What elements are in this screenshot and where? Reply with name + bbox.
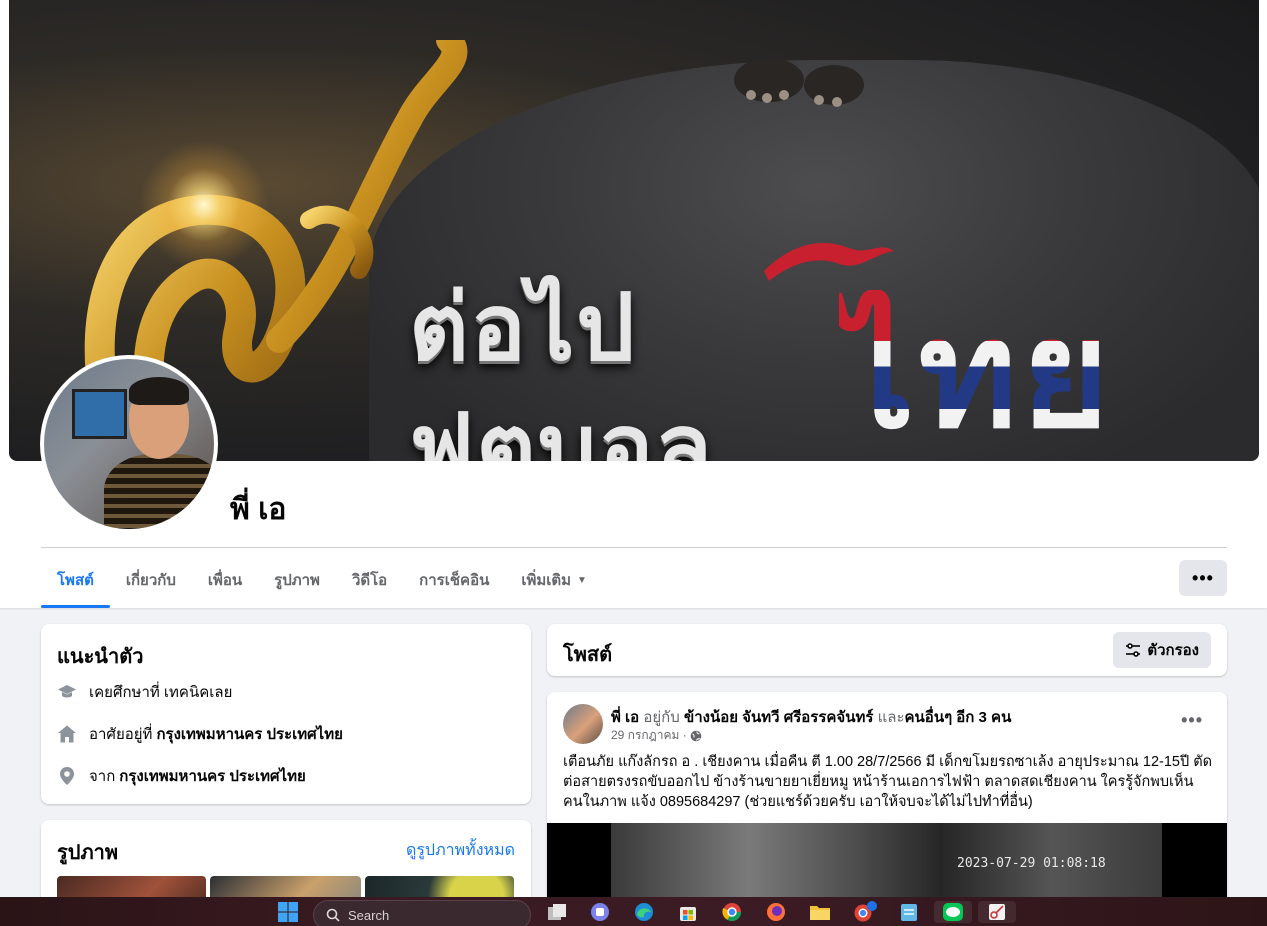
intro-lives-link[interactable]: กรุงเทพมหานคร ประเทศไทย bbox=[156, 722, 342, 746]
tab-more[interactable]: เพิ่มเติม ▼ bbox=[505, 552, 603, 608]
post-body-text: เตือนภัย แก๊งลักรถ อ . เชียงคาน เมื่อคืน… bbox=[563, 754, 1213, 810]
intro-lives: อาศัยอยู่ที่ กรุงเทพมหานคร ประเทศไทย bbox=[57, 722, 343, 746]
post-tagged-name[interactable]: ข้างน้อย จันทวี ศรีอรรคจันทร์ bbox=[684, 709, 873, 726]
video-timestamp: 2023-07-29 01:08:18 bbox=[957, 856, 1106, 871]
tab-photos[interactable]: รูปภาพ bbox=[258, 552, 336, 608]
taskbar-search-box[interactable]: Search bbox=[313, 900, 531, 926]
cover-elephant-feet bbox=[734, 58, 864, 107]
post-date-text[interactable]: 29 กรกฎาคม · bbox=[611, 726, 687, 745]
post-and-word: และ bbox=[877, 709, 905, 726]
intro-title: แนะนำตัว bbox=[57, 646, 144, 668]
windows-start-icon[interactable] bbox=[276, 901, 300, 923]
profile-header: ต่อไป ฟุตบอล ไทย พี่ เอ โพสต์ เกี่ยวกับ … bbox=[0, 0, 1267, 608]
ms-store-icon[interactable] bbox=[676, 901, 700, 923]
chrome-browser-icon[interactable] bbox=[720, 901, 744, 923]
intro-card: แนะนำตัว เคยศึกษาที่ เทคนิคเลย อาศัยอยู่… bbox=[41, 624, 531, 804]
post-card: พี่ เอ อยู่กับ ข้างน้อย จันทวี ศรีอรรคจั… bbox=[547, 692, 1227, 926]
post-others-link[interactable]: คนอื่นๆ อีก 3 คน bbox=[905, 709, 1012, 726]
tab-about[interactable]: เกี่ยวกับ bbox=[110, 552, 192, 608]
file-explorer-icon[interactable] bbox=[808, 901, 832, 923]
caret-down-icon: ▼ bbox=[577, 574, 587, 586]
tab-friends[interactable]: เพื่อน bbox=[192, 552, 258, 608]
post-author-name[interactable]: พี่ เอ bbox=[611, 709, 639, 726]
photos-title: รูปภาพ bbox=[57, 842, 119, 864]
see-all-photos-link[interactable]: ดูรูปภาพทั้งหมด bbox=[406, 838, 515, 863]
cover-light-flare bbox=[139, 140, 269, 270]
cover-red-tone-mark bbox=[764, 242, 894, 281]
filter-button[interactable]: ตัวกรอง bbox=[1113, 632, 1211, 668]
windows-taskbar: Search bbox=[0, 897, 1267, 926]
header-divider bbox=[41, 547, 1227, 548]
globe-icon bbox=[690, 730, 702, 741]
graduation-cap-icon bbox=[57, 682, 77, 702]
line-app-icon[interactable] bbox=[934, 901, 972, 923]
cover-text-line1: ต่อไป bbox=[409, 274, 637, 381]
task-view-icon[interactable] bbox=[545, 901, 569, 923]
avatar-hair-shape bbox=[129, 377, 189, 405]
profile-tabs: โพสต์ เกี่ยวกับ เพื่อน รูปภาพ วิดีโอ การ… bbox=[41, 552, 603, 608]
cover-text-thai: ไทย bbox=[839, 288, 1114, 461]
teams-chat-icon[interactable] bbox=[588, 901, 612, 923]
tab-posts[interactable]: โพสต์ bbox=[41, 552, 110, 608]
search-icon bbox=[326, 908, 340, 922]
profile-name: พี่ เอ bbox=[230, 493, 287, 526]
intro-education: เคยศึกษาที่ เทคนิคเลย bbox=[57, 680, 232, 704]
avatar-shirt-shape bbox=[104, 454, 214, 529]
chrome-profile-icon[interactable] bbox=[852, 901, 878, 923]
posts-header-card: โพสต์ ตัวกรอง bbox=[547, 624, 1227, 676]
post-options-button[interactable]: ••• bbox=[1181, 710, 1203, 731]
post-with-word: อยู่กับ bbox=[643, 709, 680, 726]
profile-avatar[interactable] bbox=[44, 359, 214, 529]
filter-sliders-icon bbox=[1126, 643, 1141, 657]
firefox-browser-icon[interactable] bbox=[764, 901, 788, 923]
avatar-monitor-shape bbox=[72, 389, 127, 439]
home-icon bbox=[57, 724, 77, 744]
post-author-avatar[interactable] bbox=[563, 704, 603, 744]
post-date: 29 กรกฎาคม · bbox=[611, 726, 702, 745]
edge-browser-icon[interactable] bbox=[632, 901, 656, 923]
notepad-icon[interactable] bbox=[897, 901, 921, 923]
intro-from: จาก กรุงเทพมหานคร ประเทศไทย bbox=[57, 764, 306, 788]
more-options-button[interactable]: ••• bbox=[1179, 560, 1227, 596]
tab-videos[interactable]: วิดีโอ bbox=[336, 552, 403, 608]
intro-from-link[interactable]: กรุงเทพมหานคร ประเทศไทย bbox=[119, 764, 305, 788]
tab-checkins[interactable]: การเช็คอิน bbox=[403, 552, 505, 608]
cover-text-line2: ฟุตบอล bbox=[409, 394, 714, 461]
location-pin-icon bbox=[57, 766, 77, 786]
posts-title: โพสต์ bbox=[563, 644, 613, 666]
snipping-tool-icon[interactable] bbox=[978, 901, 1016, 923]
